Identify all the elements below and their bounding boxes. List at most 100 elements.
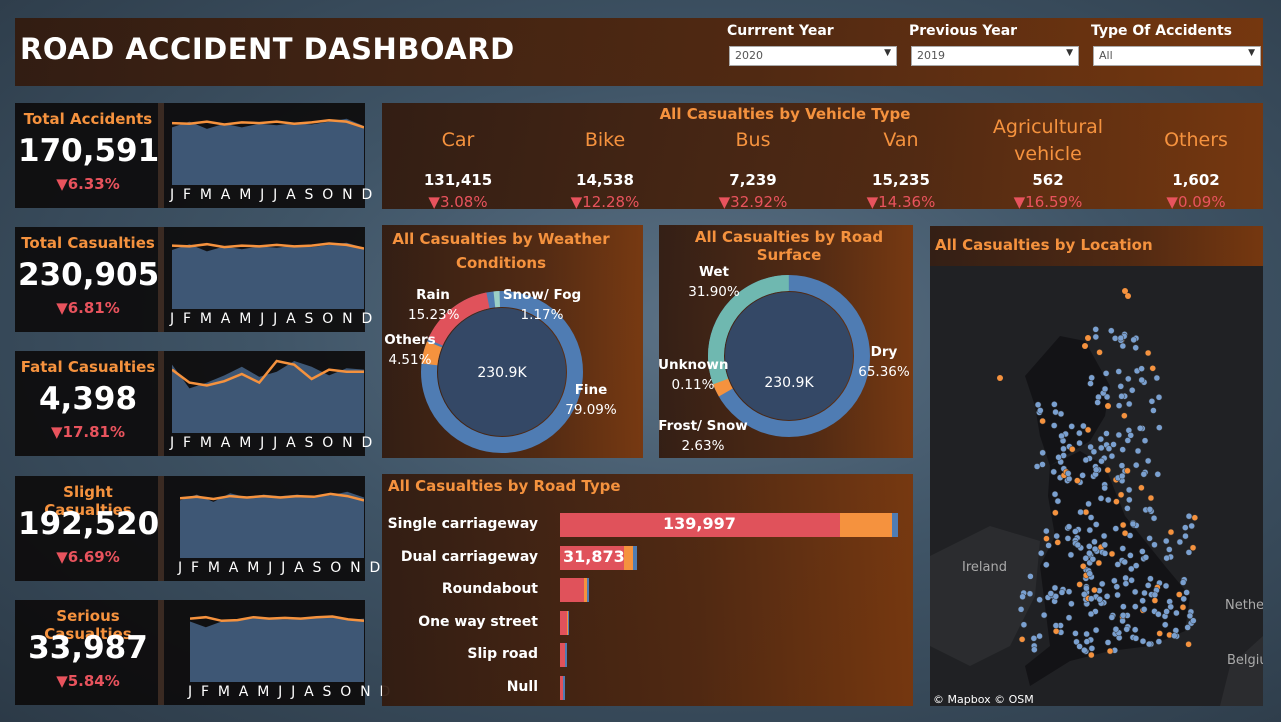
kpi-sparkline <box>172 359 364 433</box>
casualty-point <box>1163 554 1170 562</box>
casualty-point <box>1105 403 1111 409</box>
casualty-point <box>1173 609 1180 617</box>
casualty-point <box>1176 591 1183 598</box>
vehicle-name: Agricultural vehicle <box>992 116 1104 165</box>
casualty-point <box>1119 342 1127 350</box>
casualty-point <box>1125 400 1133 408</box>
surface-donut-hole <box>725 292 853 420</box>
location-map[interactable]: Ireland Nether Belgiu © Mapbox © OSM <box>930 266 1263 706</box>
casualty-point <box>1153 374 1161 382</box>
casualty-point <box>1132 461 1140 469</box>
weather-label-snow-fog: Snow/ Fog 1.17% <box>502 287 582 323</box>
kpi-value: 4,398 <box>38 381 138 417</box>
casualty-point <box>1096 596 1103 603</box>
casualty-point <box>1076 581 1083 588</box>
road-type-bar-blue[interactable] <box>563 676 565 700</box>
casualty-point <box>1019 593 1026 600</box>
road-type-bar-red[interactable] <box>560 578 584 603</box>
casualty-point <box>1119 617 1126 625</box>
casualty-point <box>1037 407 1044 414</box>
vehicle-name: Car <box>441 129 475 151</box>
casualty-point <box>1179 603 1187 611</box>
vehicle-value: 131,415 <box>423 171 493 189</box>
surface-label-frost-snow: Frost/ Snow 2.63% <box>658 418 748 454</box>
kpi-month-axis: J F M A M J J A S O N D <box>170 435 375 451</box>
road-type-bar-blue[interactable] <box>565 643 567 668</box>
casualty-point <box>1136 425 1144 432</box>
vehicle-value: 7,239 <box>729 171 777 189</box>
previous-year-select[interactable]: 2019 ▼ <box>911 46 1079 66</box>
casualty-point <box>1030 635 1038 642</box>
casualty-point <box>1128 577 1135 584</box>
casualty-point <box>1082 508 1090 516</box>
previous-year-area <box>180 491 364 558</box>
kpi-sparkline <box>172 242 364 309</box>
casualty-point <box>1080 422 1087 430</box>
casualty-point <box>1051 490 1059 498</box>
casualty-point <box>1077 508 1084 516</box>
casualty-point <box>1036 596 1043 604</box>
kpi-delta: ▼6.81% <box>56 299 120 317</box>
road-type-bar-blue[interactable] <box>587 578 589 603</box>
map-canvas[interactable]: Ireland Nether Belgiu <box>930 266 1263 706</box>
casualty-point <box>1141 589 1148 597</box>
casualty-point <box>1039 417 1046 425</box>
casualty-point <box>1119 545 1127 552</box>
road-type-bar-blue[interactable] <box>891 513 898 537</box>
casualty-point <box>1119 612 1127 619</box>
casualty-point <box>1082 555 1090 562</box>
vehicle-name: Others <box>1164 129 1228 151</box>
casualty-point <box>1149 365 1156 372</box>
casualty-point <box>1144 457 1152 465</box>
road-type-bar-red[interactable] <box>560 610 567 635</box>
casualty-point <box>1039 449 1046 457</box>
road-type-bar-blue[interactable] <box>632 545 637 570</box>
kpi-delta: ▼6.69% <box>56 548 120 566</box>
casualty-point <box>1088 645 1096 652</box>
casualty-point <box>1128 387 1136 394</box>
casualty-point <box>1125 375 1132 383</box>
weather-center-value: 230.9K <box>477 365 527 381</box>
casualty-point <box>1037 549 1045 557</box>
accident-type-select[interactable]: All ▼ <box>1093 46 1261 66</box>
casualty-point <box>1182 532 1189 540</box>
vehicle-value: 1,602 <box>1172 171 1220 189</box>
casualty-point <box>1115 368 1123 375</box>
casualty-point <box>1086 543 1093 550</box>
casualty-point <box>1031 646 1038 653</box>
casualty-point <box>1072 630 1079 637</box>
casualty-point <box>1054 539 1061 546</box>
casualty-point <box>1171 632 1178 639</box>
casualty-point <box>1047 590 1055 597</box>
casualty-point <box>1111 577 1118 585</box>
casualty-point <box>1179 579 1187 586</box>
casualty-point <box>1106 647 1114 655</box>
casualty-point <box>1147 575 1154 582</box>
casualty-point <box>1081 591 1088 598</box>
casualty-point <box>1052 627 1060 635</box>
weather-label-others: Others 4.51% <box>384 332 436 368</box>
casualty-point <box>1098 580 1106 588</box>
road-type-bar-orange[interactable] <box>623 545 633 570</box>
kpi-divider <box>158 351 164 456</box>
road-type-label: One way street <box>418 613 538 630</box>
casualty-point <box>1166 546 1173 553</box>
kpi-month-axis: J F M A M J J A S O N D <box>188 684 393 700</box>
current-year-select[interactable]: 2020 ▼ <box>729 46 897 66</box>
casualty-point <box>1161 621 1169 629</box>
map-label-ireland: Ireland <box>962 560 1007 575</box>
casualty-point <box>1151 591 1159 599</box>
casualty-point <box>1097 495 1105 502</box>
kpi-delta: ▼5.84% <box>56 672 120 690</box>
road-type-bar-orange[interactable] <box>839 513 892 537</box>
casualty-point <box>1057 410 1065 418</box>
map-label-belgium: Belgiu <box>1227 653 1263 668</box>
road-type-label: Slip road <box>467 646 538 663</box>
casualty-point <box>1058 589 1066 596</box>
road-type-bar-blue[interactable] <box>567 610 570 635</box>
current-year-label: Currrent Year <box>727 23 834 39</box>
casualty-point <box>1072 528 1079 535</box>
casualty-point <box>1065 614 1073 621</box>
kpi-sparkline <box>180 491 364 558</box>
casualty-point <box>1087 380 1094 387</box>
